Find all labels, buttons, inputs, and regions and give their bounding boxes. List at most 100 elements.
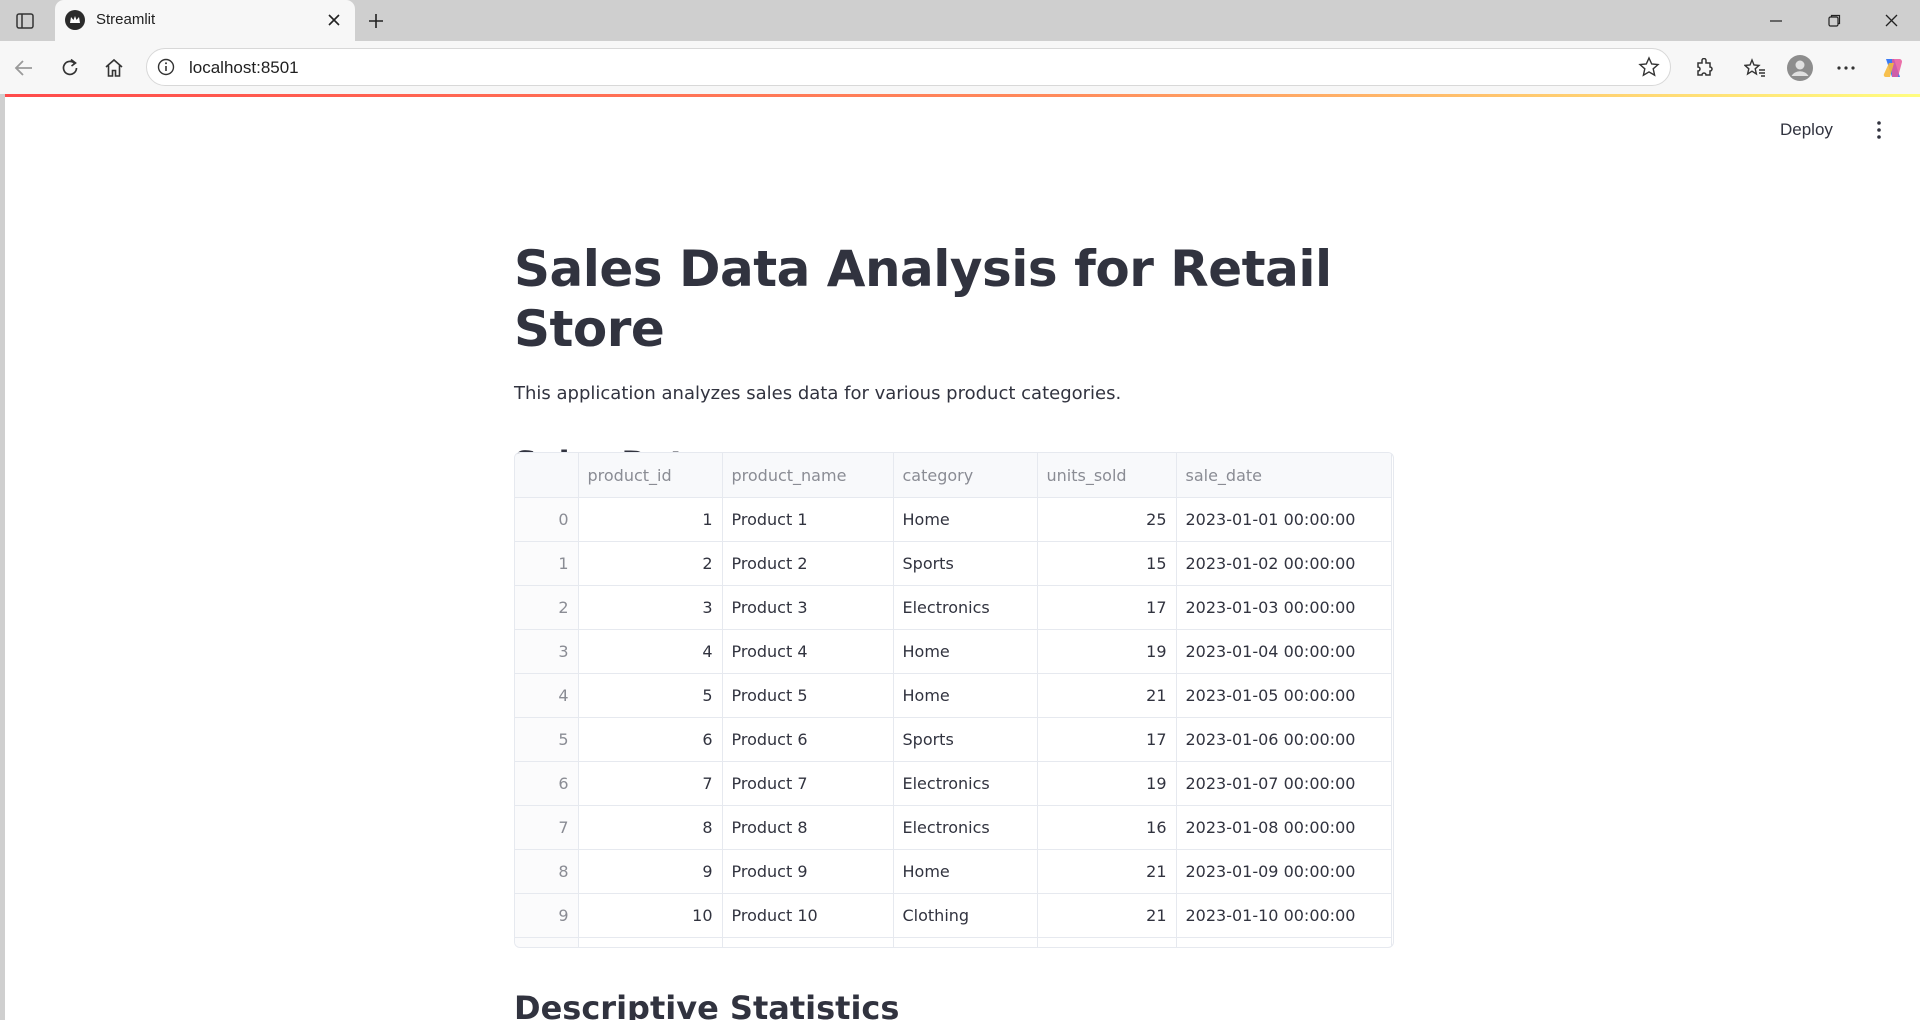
cell-sale-date[interactable]: 2023-01-03 00:00:00 xyxy=(1176,585,1392,630)
cell-sale-date[interactable]: 2023-01-05 00:00:00 xyxy=(1176,673,1392,718)
cell-product-name[interactable]: Product 3 xyxy=(722,585,894,630)
table-row: 3 4 Product 4 Home 19 2023-01-04 00:00:00 xyxy=(515,629,1392,674)
cell-units-sold[interactable]: 21 xyxy=(1037,849,1177,894)
cell-sale-date[interactable]: 2023-01-08 00:00:00 xyxy=(1176,805,1392,850)
extensions-icon[interactable] xyxy=(1687,51,1721,85)
column-header-product-name[interactable]: product_name xyxy=(722,453,894,498)
sales-data-table[interactable]: product_id product_name category units_s… xyxy=(514,452,1394,948)
cell-index[interactable]: 5 xyxy=(515,717,579,762)
cell-sale-date[interactable]: 2023-01-02 00:00:00 xyxy=(1176,541,1392,586)
table-header-row: product_id product_name category units_s… xyxy=(515,453,1392,498)
cell-category[interactable]: Sports xyxy=(893,541,1038,586)
cell-index[interactable]: 4 xyxy=(515,673,579,718)
cell-sale-date[interactable]: 2023-01-04 00:00:00 xyxy=(1176,629,1392,674)
cell-index[interactable]: 0 xyxy=(515,497,579,542)
cell-category[interactable]: Home xyxy=(893,629,1038,674)
browser-tab-strip: Streamlit xyxy=(0,0,1920,41)
page-viewport: Deploy Sales Data Analysis for Retail St… xyxy=(5,94,1920,1020)
cell-units-sold[interactable]: 15 xyxy=(1037,541,1177,586)
profile-avatar-icon[interactable] xyxy=(1783,51,1817,85)
cell-product-id[interactable]: 9 xyxy=(578,849,723,894)
window-close-icon[interactable] xyxy=(1862,0,1920,41)
restore-icon[interactable] xyxy=(1805,0,1863,41)
browser-toolbar: localhost:8501 xyxy=(0,41,1920,94)
cell-category[interactable]: Home xyxy=(893,497,1038,542)
cell-category[interactable]: Clothing xyxy=(893,893,1038,938)
cell-product-id[interactable]: 1 xyxy=(578,497,723,542)
cell-index[interactable]: 2 xyxy=(515,585,579,630)
cell-product-name[interactable]: Product 6 xyxy=(722,717,894,762)
more-menu-icon[interactable] xyxy=(1829,51,1863,85)
cell-category[interactable]: Electronics xyxy=(893,585,1038,630)
cell-units-sold[interactable]: 25 xyxy=(1037,497,1177,542)
address-bar[interactable]: localhost:8501 xyxy=(146,48,1671,86)
cell-product-name[interactable]: Product 2 xyxy=(722,541,894,586)
deploy-button[interactable]: Deploy xyxy=(1780,120,1833,140)
cell-index[interactable]: 1 xyxy=(515,541,579,586)
cell-product-name[interactable]: Product 8 xyxy=(722,805,894,850)
favorites-icon[interactable] xyxy=(1738,51,1772,85)
cell-index[interactable]: 7 xyxy=(515,805,579,850)
cell-product-id[interactable]: 3 xyxy=(578,585,723,630)
cell-product-name[interactable]: Product 5 xyxy=(722,673,894,718)
cell-units-sold[interactable]: 17 xyxy=(1037,717,1177,762)
cell-category[interactable]: Electronics xyxy=(893,805,1038,850)
page-description: This application analyzes sales data for… xyxy=(514,383,1122,404)
column-header-category[interactable]: category xyxy=(893,453,1038,498)
cell-units-sold[interactable]: 19 xyxy=(1037,629,1177,674)
column-header-units-sold[interactable]: units_sold xyxy=(1037,453,1177,498)
site-info-icon[interactable] xyxy=(157,58,175,76)
url-text: localhost:8501 xyxy=(189,58,299,77)
main-content: Sales Data Analysis for Retail Store Thi… xyxy=(514,239,1394,482)
cell-product-id[interactable]: 7 xyxy=(578,761,723,806)
cell-product-id[interactable]: 6 xyxy=(578,717,723,762)
table-row: 6 7 Product 7 Electronics 19 2023-01-07 00:00… xyxy=(515,761,1392,806)
reload-icon[interactable] xyxy=(53,51,87,85)
cell-units-sold[interactable]: 19 xyxy=(1037,761,1177,806)
favorite-star-icon[interactable] xyxy=(1638,56,1660,78)
cell-index[interactable]: 3 xyxy=(515,629,579,674)
cell-product-name[interactable]: Product 7 xyxy=(722,761,894,806)
copilot-icon[interactable] xyxy=(1876,51,1910,85)
cell-category[interactable]: Sports xyxy=(893,717,1038,762)
cell-sale-date[interactable]: 2023-01-10 00:00:00 xyxy=(1176,893,1392,938)
cell-index[interactable]: 6 xyxy=(515,761,579,806)
cell-category[interactable]: Electronics xyxy=(893,761,1038,806)
cell-index[interactable]: 8 xyxy=(515,849,579,894)
main-menu-icon[interactable] xyxy=(1867,118,1891,142)
column-header-sale-date[interactable]: sale_date xyxy=(1176,453,1392,498)
home-icon[interactable] xyxy=(97,51,131,85)
column-header-index[interactable] xyxy=(515,453,579,498)
cell-product-id[interactable]: 10 xyxy=(578,893,723,938)
cell-sale-date[interactable]: 2023-01-01 00:00:00 xyxy=(1176,497,1392,542)
new-tab-icon[interactable] xyxy=(362,8,390,34)
browser-tab-active[interactable]: Streamlit xyxy=(55,0,355,41)
cell-empty xyxy=(1037,937,1177,947)
cell-units-sold[interactable]: 16 xyxy=(1037,805,1177,850)
column-header-product-id[interactable]: product_id xyxy=(578,453,723,498)
table-row: 2 3 Product 3 Electronics 17 2023-01-03 00:00… xyxy=(515,585,1392,630)
cell-sale-date[interactable]: 2023-01-06 00:00:00 xyxy=(1176,717,1392,762)
cell-product-name[interactable]: Product 10 xyxy=(722,893,894,938)
cell-product-id[interactable]: 4 xyxy=(578,629,723,674)
cell-sale-date[interactable]: 2023-01-07 00:00:00 xyxy=(1176,761,1392,806)
tab-actions-icon[interactable] xyxy=(10,8,40,34)
cell-product-id[interactable]: 8 xyxy=(578,805,723,850)
cell-product-name[interactable]: Product 4 xyxy=(722,629,894,674)
cell-category[interactable]: Home xyxy=(893,673,1038,718)
cell-product-id[interactable]: 5 xyxy=(578,673,723,718)
cell-sale-date[interactable]: 2023-01-09 00:00:00 xyxy=(1176,849,1392,894)
descriptive-statistics-heading: Descriptive Statistics xyxy=(514,989,900,1020)
back-icon[interactable] xyxy=(7,51,41,85)
cell-units-sold[interactable]: 21 xyxy=(1037,893,1177,938)
cell-product-name[interactable]: Product 1 xyxy=(722,497,894,542)
cell-category[interactable]: Home xyxy=(893,849,1038,894)
cell-units-sold[interactable]: 17 xyxy=(1037,585,1177,630)
cell-index[interactable]: 9 xyxy=(515,893,579,938)
minimize-icon[interactable] xyxy=(1747,0,1805,41)
cell-units-sold[interactable]: 21 xyxy=(1037,673,1177,718)
cell-empty xyxy=(515,937,579,947)
tab-close-icon[interactable] xyxy=(323,9,345,31)
cell-product-name[interactable]: Product 9 xyxy=(722,849,894,894)
cell-product-id[interactable]: 2 xyxy=(578,541,723,586)
